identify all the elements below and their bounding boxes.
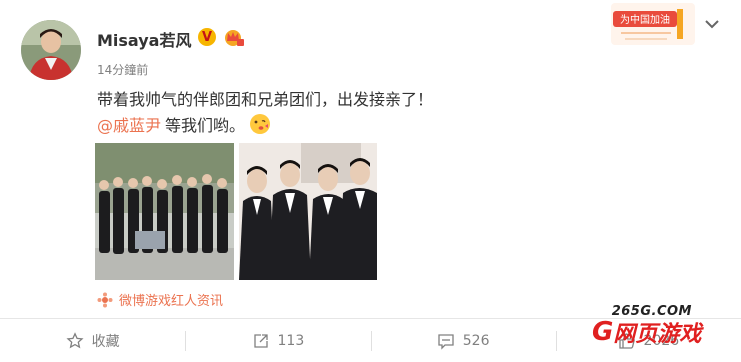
comment-count: 526 (462, 332, 490, 349)
comment-button[interactable]: 526 (370, 319, 556, 362)
weibo-logo-icon (97, 292, 113, 307)
user-mention-link[interactable]: @戚蓝尹 (97, 112, 161, 136)
repost-icon (253, 333, 268, 348)
post-text-line1: 带着我帅气的伴郎团和兄弟团们，出发接亲了！ (97, 90, 434, 109)
repost-button[interactable]: 113 (185, 319, 370, 362)
favorite-button[interactable]: 收藏 (0, 319, 185, 362)
username[interactable]: Misaya若风 (97, 27, 191, 51)
post-text-tail: 等我们哟。 (165, 116, 246, 135)
favorite-label: 收藏 (91, 333, 120, 350)
comment-icon (438, 333, 454, 350)
avatar[interactable] (21, 20, 81, 80)
post-source-label: 微博游戏红人资讯 (119, 294, 224, 309)
event-badge[interactable]: 为中国加油 (611, 3, 695, 45)
post-photo-four-men[interactable] (239, 143, 377, 280)
crown-member-icon[interactable] (222, 27, 244, 47)
post-timestamp[interactable]: 14分鐘前 (97, 61, 148, 78)
event-badge-text: 为中国加油 (620, 13, 670, 26)
repost-count: 113 (277, 332, 305, 349)
site-watermark: 265G.COM G 网页游戏 (592, 304, 718, 347)
chevron-down-icon[interactable] (703, 18, 721, 30)
user-badges: V (198, 27, 244, 47)
kiss-face-emoji-icon (250, 114, 271, 134)
watermark-name: 网页游戏 (613, 322, 702, 347)
post-text-line2: @戚蓝尹 等我们哟。 (97, 112, 271, 136)
post-photo-groomsmen[interactable] (95, 143, 234, 280)
post-source[interactable]: 微博游戏红人资讯 (97, 290, 223, 309)
verified-v-badge-icon[interactable]: V (198, 28, 216, 46)
watermark-logo: G 网页游戏 (592, 316, 701, 348)
star-icon (66, 331, 84, 348)
avatar-image (21, 20, 81, 80)
watermark-g-letter: G (592, 317, 614, 347)
